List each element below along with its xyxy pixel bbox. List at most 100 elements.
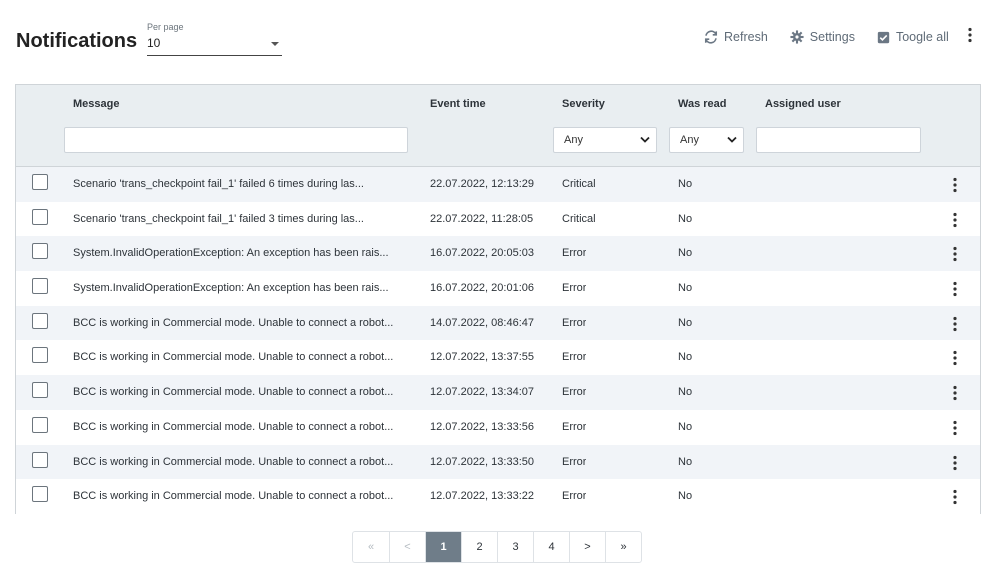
message-cell: BCC is working in Commercial mode. Unabl… bbox=[73, 316, 394, 329]
table-row[interactable]: BCC is working in Commercial mode. Unabl… bbox=[16, 444, 980, 480]
event-time-cell: 16.07.2022, 20:05:03 bbox=[430, 247, 534, 260]
was-read-filter-select[interactable]: Any bbox=[669, 127, 744, 153]
row-menu-button[interactable] bbox=[952, 455, 958, 474]
more-options-button[interactable] bbox=[967, 27, 973, 48]
kebab-icon bbox=[953, 247, 957, 262]
column-header-message[interactable]: Message bbox=[73, 98, 119, 110]
message-cell: BCC is working in Commercial mode. Unabl… bbox=[73, 351, 394, 364]
toolbar: Refresh Settings Toogle all bbox=[682, 27, 973, 48]
last-page-button[interactable]: » bbox=[605, 532, 641, 562]
row-checkbox[interactable] bbox=[32, 382, 48, 399]
column-header-severity[interactable]: Severity bbox=[562, 98, 605, 110]
message-filter-input[interactable] bbox=[64, 127, 408, 153]
per-page-value-box[interactable]: 10 bbox=[147, 33, 282, 56]
page-button-1[interactable]: 1 bbox=[425, 532, 461, 562]
event-time-cell: 14.07.2022, 08:46:47 bbox=[430, 316, 534, 329]
severity-cell: Error bbox=[562, 490, 587, 503]
page-button-4[interactable]: 4 bbox=[533, 532, 569, 562]
gear-icon bbox=[790, 30, 804, 44]
per-page-select[interactable]: Per page 10 bbox=[147, 22, 282, 56]
kebab-icon bbox=[953, 490, 957, 505]
message-cell: BCC is working in Commercial mode. Unabl… bbox=[73, 420, 394, 433]
table-row[interactable]: BCC is working in Commercial mode. Unabl… bbox=[16, 375, 980, 410]
page-button-3[interactable]: 3 bbox=[497, 532, 533, 562]
row-menu-button[interactable] bbox=[952, 385, 958, 404]
kebab-icon bbox=[953, 386, 957, 401]
was-read-cell: No bbox=[678, 351, 693, 364]
row-menu-button[interactable] bbox=[952, 420, 958, 439]
refresh-label: Refresh bbox=[724, 30, 768, 44]
refresh-button[interactable]: Refresh bbox=[704, 30, 768, 44]
event-time-cell: 12.07.2022, 13:34:07 bbox=[430, 386, 534, 399]
table-row[interactable]: System.InvalidOperationException: An exc… bbox=[16, 236, 980, 272]
pagination: « < 1 2 3 4 > » bbox=[352, 531, 642, 563]
was-read-cell: No bbox=[678, 282, 693, 295]
event-time-cell: 12.07.2022, 13:37:55 bbox=[430, 351, 534, 364]
table-row[interactable]: BCC is working in Commercial mode. Unabl… bbox=[16, 409, 980, 445]
event-time-cell: 16.07.2022, 20:01:06 bbox=[430, 282, 534, 295]
first-page-button[interactable]: « bbox=[353, 532, 389, 562]
notifications-grid: Message Event time Severity Was read Ass… bbox=[15, 84, 981, 514]
chevron-down-icon bbox=[640, 136, 650, 143]
was-read-cell: No bbox=[678, 420, 693, 433]
next-page-button[interactable]: > bbox=[569, 532, 605, 562]
row-menu-button[interactable] bbox=[952, 177, 958, 196]
assigned-user-filter-input[interactable] bbox=[756, 127, 921, 153]
severity-filter-select[interactable]: Any bbox=[553, 127, 657, 153]
event-time-cell: 22.07.2022, 11:28:05 bbox=[430, 212, 534, 225]
row-checkbox[interactable] bbox=[32, 486, 48, 503]
was-read-cell: No bbox=[678, 490, 693, 503]
table-row[interactable]: System.InvalidOperationException: An exc… bbox=[16, 271, 980, 306]
toggle-all-button[interactable]: Toogle all bbox=[877, 30, 949, 44]
event-time-cell: 12.07.2022, 13:33:22 bbox=[430, 490, 534, 503]
row-checkbox[interactable] bbox=[32, 451, 48, 468]
severity-filter-value: Any bbox=[564, 134, 583, 146]
column-header-was-read[interactable]: Was read bbox=[678, 98, 727, 110]
table-row[interactable]: Scenario 'trans_checkpoint fail_1' faile… bbox=[16, 167, 980, 202]
severity-cell: Error bbox=[562, 316, 587, 329]
row-menu-button[interactable] bbox=[952, 246, 958, 265]
per-page-value: 10 bbox=[147, 36, 161, 50]
table-row[interactable]: BCC is working in Commercial mode. Unabl… bbox=[16, 340, 980, 376]
column-header-event-time[interactable]: Event time bbox=[430, 98, 486, 110]
kebab-icon bbox=[968, 27, 972, 42]
row-menu-button[interactable] bbox=[952, 350, 958, 369]
table-row[interactable]: Scenario 'trans_checkpoint fail_1' faile… bbox=[16, 201, 980, 237]
message-cell: BCC is working in Commercial mode. Unabl… bbox=[73, 386, 394, 399]
row-checkbox[interactable] bbox=[32, 278, 48, 295]
row-menu-button[interactable] bbox=[952, 212, 958, 231]
event-time-cell: 12.07.2022, 13:33:50 bbox=[430, 455, 534, 468]
refresh-icon bbox=[704, 30, 718, 44]
chevron-down-icon bbox=[727, 136, 737, 143]
prev-page-button[interactable]: < bbox=[389, 532, 425, 562]
column-header-assigned-user[interactable]: Assigned user bbox=[765, 98, 841, 110]
grid-rows: Scenario 'trans_checkpoint fail_1' faile… bbox=[16, 167, 980, 514]
was-read-cell: No bbox=[678, 455, 693, 468]
kebab-icon bbox=[953, 316, 957, 331]
message-cell: Scenario 'trans_checkpoint fail_1' faile… bbox=[73, 178, 364, 190]
settings-button[interactable]: Settings bbox=[790, 30, 855, 44]
row-menu-button[interactable] bbox=[952, 316, 958, 335]
row-checkbox[interactable] bbox=[32, 174, 48, 190]
page-button-2[interactable]: 2 bbox=[461, 532, 497, 562]
severity-cell: Error bbox=[562, 247, 587, 260]
severity-cell: Error bbox=[562, 386, 587, 399]
row-checkbox[interactable] bbox=[32, 347, 48, 364]
kebab-icon bbox=[953, 281, 957, 297]
checkbox-checked-icon bbox=[877, 31, 890, 43]
row-menu-button[interactable] bbox=[952, 281, 958, 300]
was-read-filter-value: Any bbox=[680, 134, 699, 146]
row-checkbox[interactable] bbox=[32, 416, 48, 433]
row-checkbox[interactable] bbox=[32, 243, 48, 260]
row-checkbox[interactable] bbox=[32, 312, 48, 329]
row-checkbox[interactable] bbox=[32, 208, 48, 225]
severity-cell: Error bbox=[562, 455, 587, 468]
kebab-icon bbox=[953, 212, 957, 227]
event-time-cell: 12.07.2022, 13:33:56 bbox=[430, 420, 534, 433]
table-row[interactable]: BCC is working in Commercial mode. Unabl… bbox=[16, 479, 980, 514]
page-title: Notifications bbox=[16, 30, 138, 52]
table-row[interactable]: BCC is working in Commercial mode. Unabl… bbox=[16, 305, 980, 341]
grid-header: Message Event time Severity Was read Ass… bbox=[16, 85, 980, 167]
was-read-cell: No bbox=[678, 212, 693, 225]
row-menu-button[interactable] bbox=[952, 489, 958, 508]
